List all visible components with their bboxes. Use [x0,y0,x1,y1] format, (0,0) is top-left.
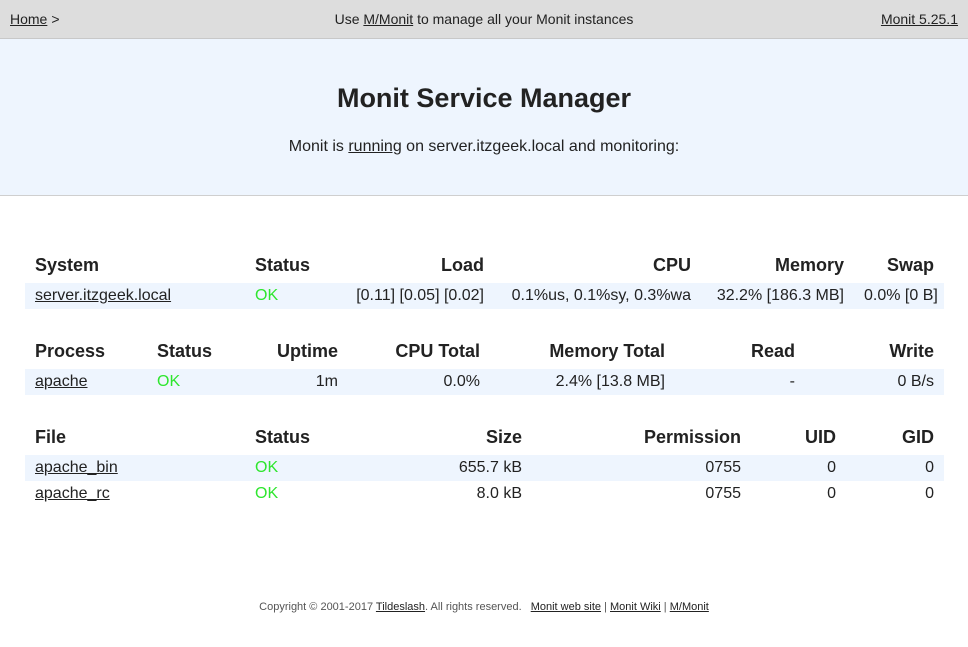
swap-value: 0.0% [0 B] [854,283,944,309]
memory-value: 32.2% [186.3 MB] [701,283,854,309]
tildeslash-link[interactable]: Tildeslash [376,601,425,613]
process-name-cell: apache [25,369,147,395]
col-header-system: System [35,254,100,275]
table-row: apache OK 1m 0.0% 2.4% [13.8 MB] - 0 B/s [25,369,944,395]
uid-value: 0 [827,485,836,502]
version-link[interactable]: Monit 5.25.1 [881,11,958,27]
load-value: [0.11] [0.05] [0.02] [335,283,494,309]
col-header-file: File [35,426,67,447]
mmonit-promo: Use M/Monit to manage all your Monit ins… [0,11,968,27]
cpu-total-value: 0.0% [348,369,490,395]
table-header-row: File Status Size Permission UID GID [25,419,944,455]
footer-separator: | [604,601,607,613]
file-table: File Status Size Permission UID GID apac… [25,419,944,507]
read-value: - [675,369,805,395]
uptime-value: 1m [247,369,348,395]
cpu-value: 0.1%us, 0.1%sy, 0.3%wa [494,283,701,309]
table-row: apache_rc OK 8.0 kB 0755 0 0 [25,481,944,507]
col-header-uptime: Uptime [276,340,338,361]
system-link[interactable]: server.itzgeek.local [35,287,171,304]
page-header: Monit Service Manager Monit is running o… [0,39,968,196]
file-name-cell: apache_bin [25,455,245,481]
monit-wiki-link[interactable]: Monit Wiki [610,601,661,613]
table-row: apache_bin OK 655.7 kB 0755 0 0 [25,455,944,481]
status-badge: OK [245,455,355,481]
col-header-uid: UID [805,426,836,447]
table-header-row: System Status Load CPU Memory Swap [25,247,944,283]
mmonit-link[interactable]: M/Monit [363,11,413,27]
running-link[interactable]: running [348,138,401,155]
col-header-status: Status [255,254,311,275]
gid-value: 0 [925,485,934,502]
status-badge: OK [255,485,279,502]
file-link[interactable]: apache_rc [35,485,110,502]
footer-separator: | [663,601,667,613]
col-header-read: Read [750,340,795,361]
col-header-gid: GID [901,426,934,447]
system-name-cell: server.itzgeek.local [25,283,245,309]
col-header-process: Process [35,340,106,361]
copyright-prefix: Copyright © 2001-2017 [259,601,374,613]
col-header-permission: Permission [643,426,741,447]
copyright-suffix: . All rights reserved. [425,601,522,613]
col-header-memory-total: Memory Total [549,340,665,361]
table-row: server.itzgeek.local OK [0.11] [0.05] [0… [25,283,944,309]
col-header-cpu-total: CPU Total [395,340,480,361]
col-header-swap: Swap [886,254,934,275]
promo-prefix: Use [334,11,360,27]
file-link[interactable]: apache_bin [35,459,118,476]
process-link[interactable]: apache [35,373,88,390]
mmonit-footer-link[interactable]: M/Monit [670,601,709,613]
page-footer: Copyright © 2001-2017 Tildeslash. All ri… [0,601,968,613]
status-badge: OK [147,369,247,395]
promo-suffix: to manage all your Monit instances [417,11,634,27]
gid-value: 0 [846,455,944,481]
version-area: Monit 5.25.1 [881,11,958,27]
top-bar: Home > Use M/Monit to manage all your Mon… [0,0,968,39]
write-value: 0 B/s [805,369,944,395]
table-header-row: Process Status Uptime CPU Total Memory T… [25,333,944,369]
col-header-size: Size [485,426,522,447]
process-table: Process Status Uptime CPU Total Memory T… [25,333,944,395]
monit-website-link[interactable]: Monit web site [531,601,601,613]
col-header-write: Write [889,340,934,361]
subtitle-suffix: on server.itzgeek.local and monitoring: [406,138,680,155]
permission-value: 0755 [532,455,751,481]
size-value: 655.7 kB [355,455,532,481]
col-header-load: Load [441,254,484,275]
permission-value: 0755 [705,485,741,502]
col-header-memory: Memory [774,254,844,275]
col-header-cpu: CPU [652,254,691,275]
status-badge: OK [245,283,335,309]
memory-total-value: 2.4% [13.8 MB] [490,369,675,395]
col-header-status: Status [255,426,311,447]
page-title: Monit Service Manager [336,83,632,113]
uid-value: 0 [751,455,846,481]
page-subtitle: Monit is running on server.itzgeek.local… [0,138,968,156]
system-table: System Status Load CPU Memory Swap serve… [25,247,944,309]
col-header-status: Status [157,340,213,361]
subtitle-prefix: Monit is [288,138,344,155]
size-value: 8.0 kB [476,485,522,502]
file-name-cell: apache_rc [25,481,245,507]
